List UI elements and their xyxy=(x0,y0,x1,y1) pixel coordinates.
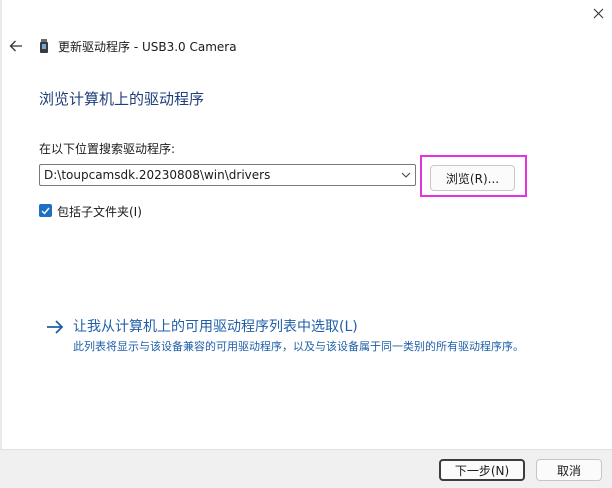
driver-path-combobox[interactable]: D:\toupcamsdk.20230808\win\drivers xyxy=(39,164,416,186)
checkmark-icon xyxy=(41,207,50,215)
arrow-right-icon[interactable] xyxy=(46,319,64,335)
close-icon xyxy=(593,8,603,18)
update-driver-window: 更新驱动程序 - USB3.0 Camera 浏览计算机上的驱动程序 在以下位置… xyxy=(0,0,612,488)
pick-from-list-link[interactable]: 让我从计算机上的可用驱动程序列表中选取(L) xyxy=(73,316,358,336)
next-button-label: 下一步(N) xyxy=(454,463,510,478)
close-button[interactable] xyxy=(586,2,610,24)
search-location-label: 在以下位置搜索驱动程序: xyxy=(39,142,176,156)
cancel-button-label: 取消 xyxy=(556,463,581,478)
back-button[interactable] xyxy=(6,36,26,56)
chevron-down-icon[interactable] xyxy=(401,171,411,179)
include-subfolders-checkbox[interactable] xyxy=(39,204,52,217)
page-title: 浏览计算机上的驱动程序 xyxy=(39,90,205,108)
cancel-button[interactable]: 取消 xyxy=(536,459,602,481)
window-left-edge xyxy=(0,0,2,488)
back-arrow-icon xyxy=(9,40,22,52)
browse-button-label: 浏览(R)... xyxy=(445,171,500,186)
usb-device-icon xyxy=(40,39,48,53)
window-title: 更新驱动程序 - USB3.0 Camera xyxy=(58,40,237,54)
include-subfolders-label[interactable]: 包括子文件夹(I) xyxy=(57,203,142,220)
browse-button[interactable]: 浏览(R)... xyxy=(430,165,515,191)
pick-from-list-description: 此列表将显示与该设备兼容的可用驱动程序，以及与该设备属于同一类别的所有驱动程序序… xyxy=(73,340,524,353)
driver-path-value[interactable]: D:\toupcamsdk.20230808\win\drivers xyxy=(44,168,270,182)
next-button[interactable]: 下一步(N) xyxy=(439,459,525,481)
